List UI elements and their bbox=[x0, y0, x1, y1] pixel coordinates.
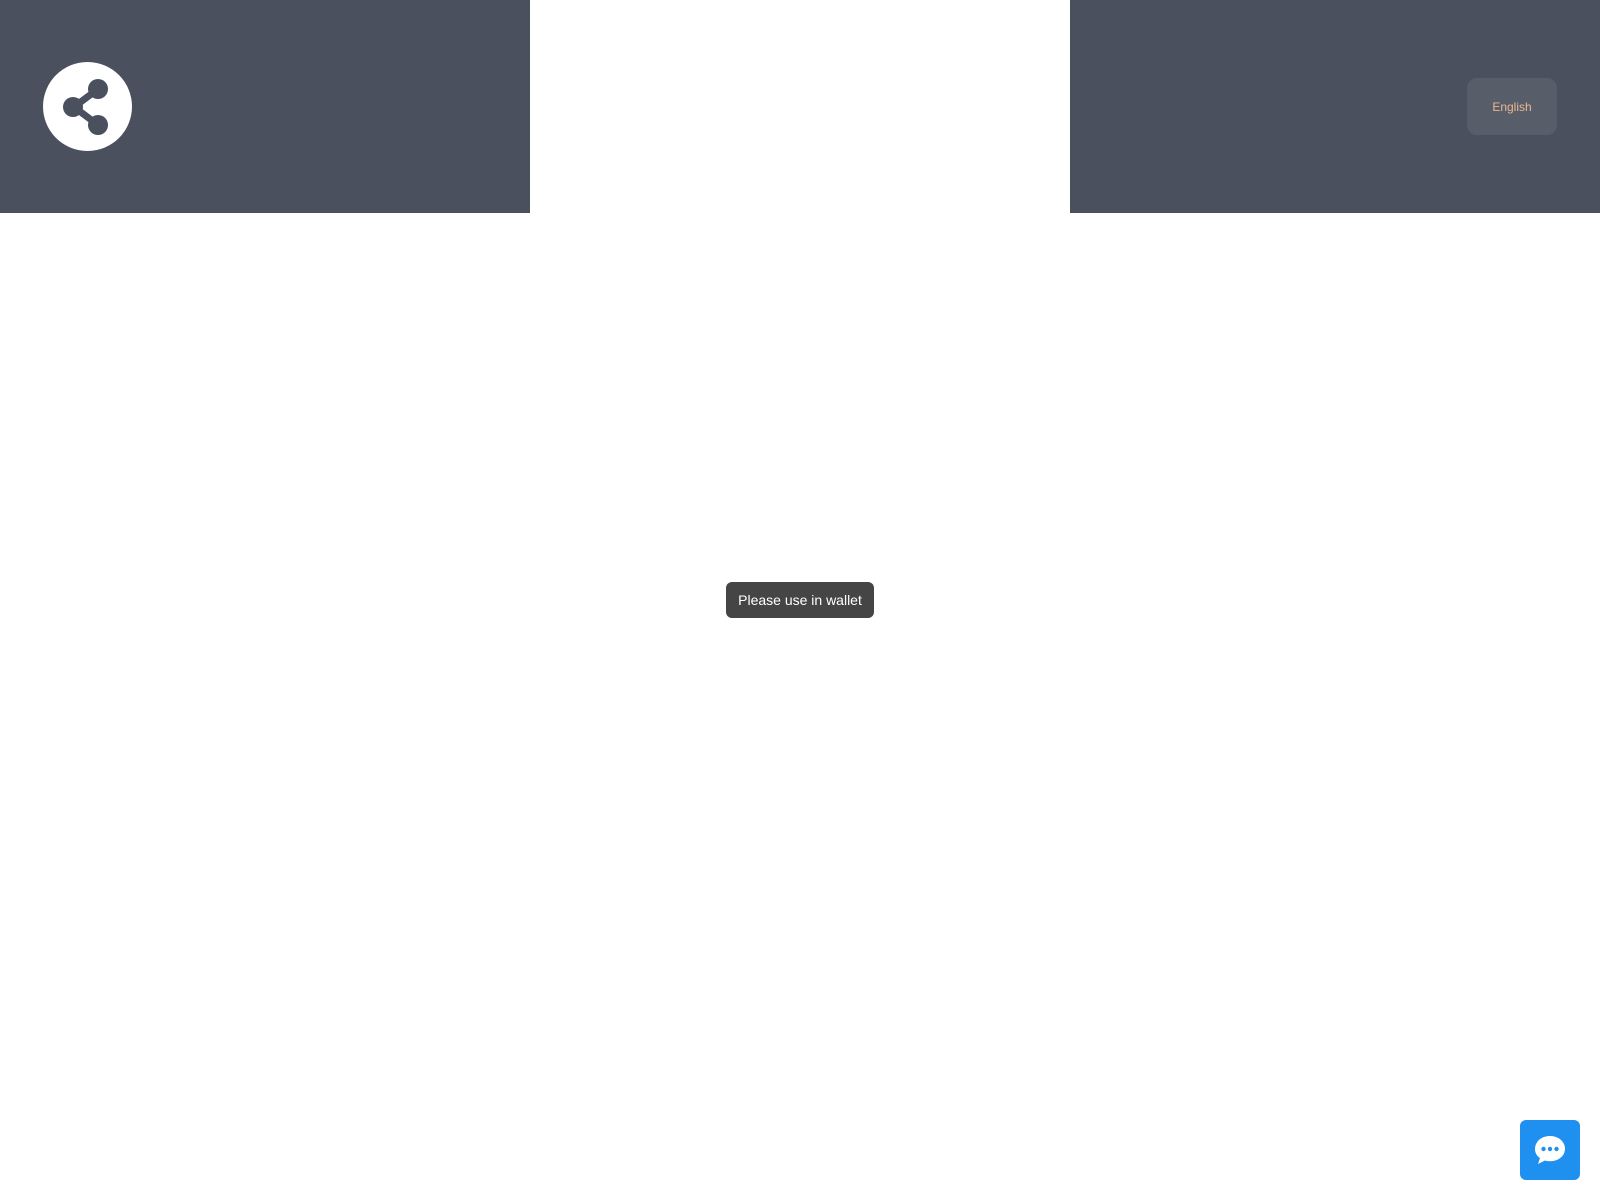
language-button[interactable]: English bbox=[1467, 78, 1557, 135]
header: English bbox=[0, 0, 1600, 213]
header-center-panel bbox=[530, 0, 1070, 213]
chat-button[interactable] bbox=[1520, 1120, 1580, 1180]
chat-bubble-icon bbox=[1533, 1134, 1567, 1166]
language-label: English bbox=[1492, 99, 1532, 114]
page: English Please use in wallet bbox=[0, 0, 1600, 1200]
share-icon bbox=[62, 78, 114, 136]
share-button[interactable] bbox=[43, 62, 132, 151]
header-left-panel bbox=[0, 0, 530, 213]
toast-text: Please use in wallet bbox=[738, 592, 862, 608]
toast-message: Please use in wallet bbox=[726, 582, 874, 618]
